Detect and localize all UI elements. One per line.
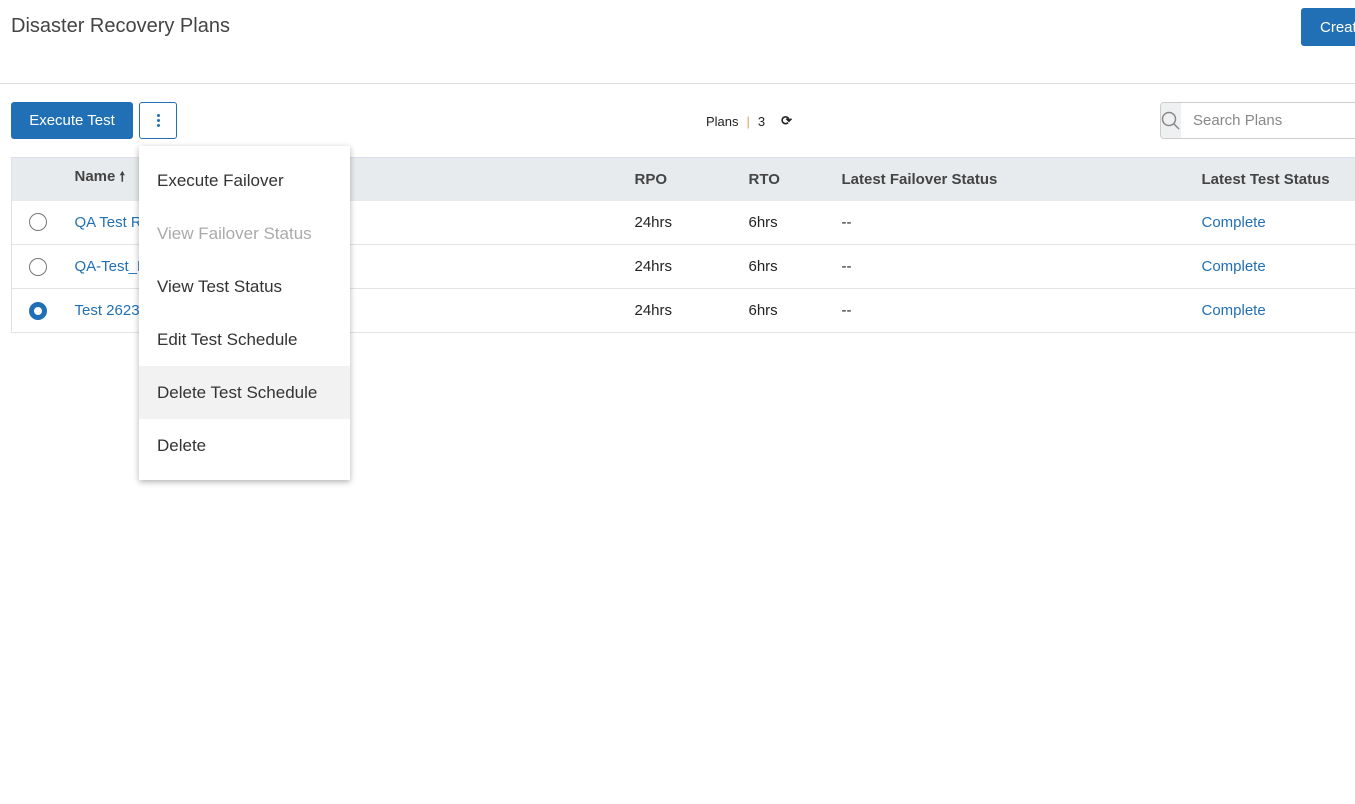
- menu-item-view-test-status[interactable]: View Test Status: [139, 260, 350, 313]
- failover-status: --: [841, 288, 1202, 333]
- column-rpo[interactable]: RPO: [634, 157, 749, 201]
- failover-status: --: [841, 244, 1202, 289]
- plan-link[interactable]: QA Test R: [75, 214, 142, 231]
- menu-item-delete[interactable]: Delete: [139, 419, 350, 472]
- column-test-status[interactable]: Latest Test Status: [1201, 157, 1355, 201]
- rpo-value: 24hrs: [634, 200, 749, 245]
- test-status-link[interactable]: Complete: [1202, 258, 1266, 275]
- select-column: [11, 157, 75, 201]
- sort-asc-icon: 🠕: [119, 169, 126, 185]
- plan-link[interactable]: QA-Test_R: [75, 258, 148, 275]
- menu-item-edit-test-schedule[interactable]: Edit Test Schedule: [139, 313, 350, 366]
- more-actions-button[interactable]: [139, 102, 177, 139]
- separator: |: [746, 113, 750, 129]
- test-status-link[interactable]: Complete: [1202, 302, 1266, 319]
- plans-label: Plans: [706, 113, 739, 129]
- rto-value: 6hrs: [748, 244, 842, 289]
- search-input[interactable]: [1181, 103, 1355, 138]
- actions-menu: Execute Failover View Failover Status Vi…: [139, 146, 350, 480]
- search-box: [1160, 102, 1355, 139]
- plan-link[interactable]: Test 2623: [75, 302, 140, 319]
- rpo-value: 24hrs: [634, 288, 749, 333]
- search-icon: [1161, 103, 1181, 138]
- kebab-icon: [156, 114, 160, 117]
- execute-test-button[interactable]: Execute Test: [11, 102, 133, 139]
- row-radio[interactable]: [29, 213, 47, 232]
- create-button[interactable]: Create: [1301, 8, 1355, 46]
- menu-item-view-failover-status: View Failover Status: [157, 223, 312, 243]
- failover-status: --: [841, 200, 1202, 245]
- plans-count-value: 3: [757, 113, 766, 129]
- test-status-link[interactable]: Complete: [1202, 214, 1266, 231]
- rto-value: 6hrs: [748, 288, 842, 333]
- menu-item-delete-test-schedule[interactable]: Delete Test Schedule: [139, 366, 350, 419]
- row-radio[interactable]: [29, 257, 47, 276]
- column-rto[interactable]: RTO: [748, 157, 842, 201]
- plans-count: Plans | 3 ⟳: [706, 113, 792, 129]
- menu-item-execute-failover[interactable]: Execute Failover: [139, 154, 350, 207]
- divider: [0, 83, 1355, 84]
- row-radio-selected[interactable]: [29, 301, 47, 320]
- rto-value: 6hrs: [748, 200, 842, 245]
- rpo-value: 24hrs: [634, 244, 749, 289]
- page-title: Disaster Recovery Plans: [11, 15, 230, 37]
- column-failover-status[interactable]: Latest Failover Status: [841, 157, 1202, 201]
- refresh-icon[interactable]: ⟳: [781, 113, 792, 129]
